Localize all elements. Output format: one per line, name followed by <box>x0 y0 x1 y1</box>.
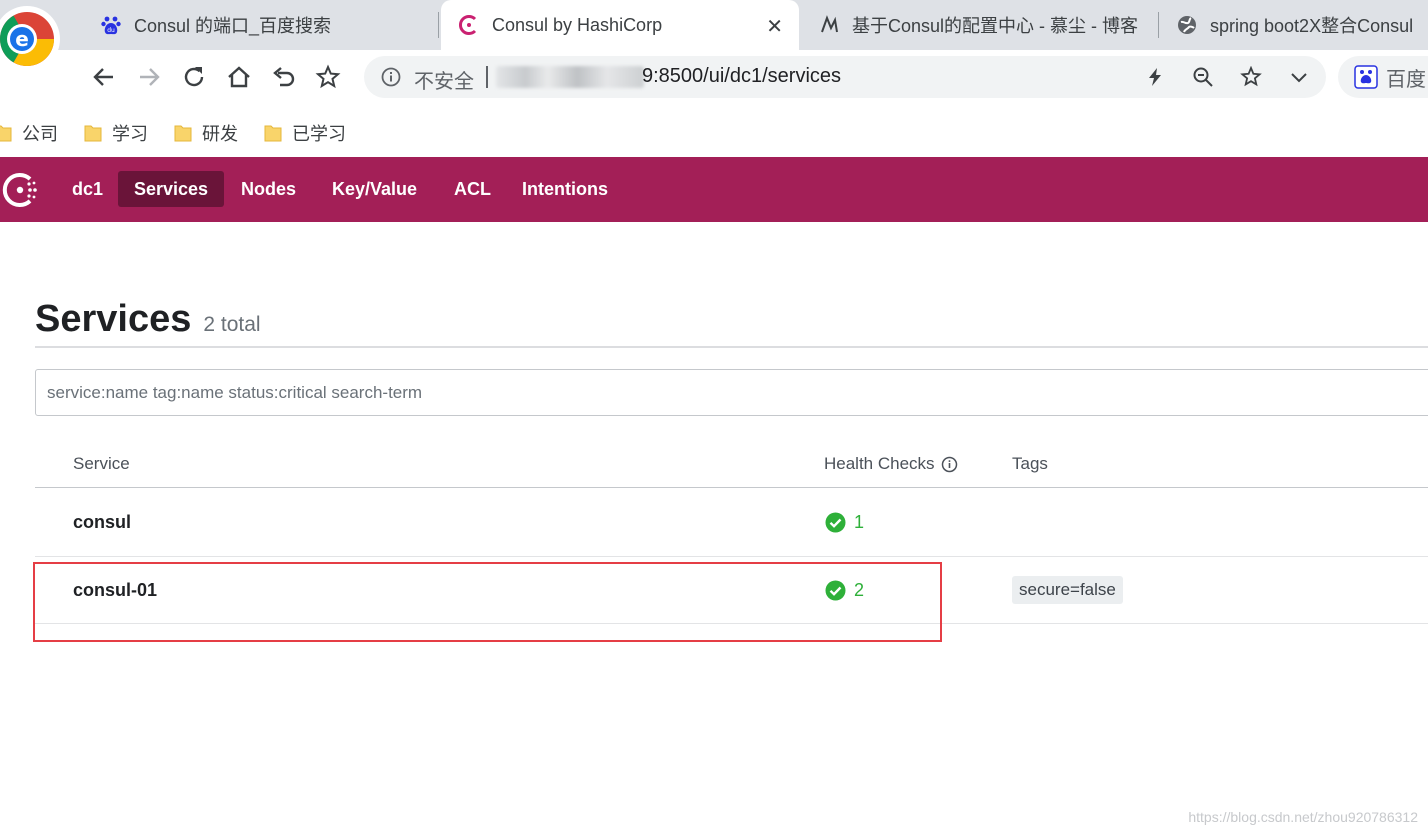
forward-button[interactable] <box>132 60 166 94</box>
bookmarks-bar: 公司 学习 研发 已学习 <box>0 106 1428 157</box>
info-icon[interactable] <box>941 456 958 473</box>
row-divider <box>35 623 1428 624</box>
folder-icon <box>264 125 282 142</box>
health-checks-passing[interactable]: 1 <box>825 512 864 533</box>
bookmark-label: 公司 <box>22 124 58 144</box>
bookmark-label: 已学习 <box>292 124 346 144</box>
bookmark-folder-company[interactable]: 公司 <box>0 120 58 146</box>
address-bar[interactable]: 不安全 9:8500/ui/dc1/services <box>364 56 1326 98</box>
service-name-link[interactable]: consul-01 <box>73 580 157 601</box>
watermark: https://blog.csdn.net/zhou920786312 <box>1188 809 1418 825</box>
security-label: 不安全 <box>414 71 474 93</box>
header-divider <box>35 346 1428 348</box>
tab-separator <box>1158 12 1159 38</box>
baidu-icon <box>1354 65 1378 89</box>
info-icon[interactable] <box>380 66 402 88</box>
health-checks-passing[interactable]: 2 <box>825 580 864 601</box>
column-header-health: Health Checks <box>824 454 958 474</box>
star-icon[interactable] <box>1240 66 1262 88</box>
reload-button[interactable] <box>177 60 211 94</box>
tab-strip: e du Consul 的端口_百度搜索 Consul by HashiCorp… <box>0 0 1428 72</box>
service-name-link[interactable]: consul <box>73 512 131 533</box>
nav-intentions[interactable]: Intentions <box>506 171 624 207</box>
lightning-icon[interactable] <box>1144 66 1166 88</box>
baidu-paw-icon: du <box>100 14 122 36</box>
bookmark-folder-learned[interactable]: 已学习 <box>264 120 346 146</box>
total-count: 2 total <box>203 313 261 336</box>
bookmark-label: 研发 <box>202 124 238 144</box>
nav-nodes[interactable]: Nodes <box>225 171 312 207</box>
folder-icon <box>174 125 192 142</box>
tab-title: spring boot2X整合Consul <box>1210 16 1414 36</box>
blurred-host <box>496 66 644 88</box>
home-button[interactable] <box>222 60 256 94</box>
browser-toolbar: 不安全 9:8500/ui/dc1/services 百度 <box>0 50 1428 106</box>
nav-services[interactable]: Services <box>118 171 225 207</box>
nav-key-value[interactable]: Key/Value <box>316 171 433 207</box>
search-engine-label: 百度 <box>1386 68 1426 91</box>
tab-blog[interactable]: 基于Consul的配置中心 - 慕尘 - 博客 <box>818 0 1153 50</box>
svg-text:e: e <box>15 27 29 51</box>
address-divider <box>486 66 488 88</box>
globe-icon <box>1176 14 1198 36</box>
home-icon <box>228 66 250 88</box>
chevron-down-icon[interactable] <box>1288 66 1310 88</box>
arrow-right-icon <box>140 68 160 86</box>
annotation-highlight-box <box>33 562 942 642</box>
bookmark-star-button[interactable] <box>311 60 345 94</box>
page-header: Services 2 total <box>35 298 261 341</box>
back-button[interactable] <box>87 60 121 94</box>
consul-icon <box>458 14 480 36</box>
star-outline-icon <box>315 64 341 89</box>
undo-icon <box>273 67 295 87</box>
search-input[interactable] <box>35 369 1428 416</box>
tab-separator <box>438 12 439 38</box>
tab-spring-boot[interactable]: spring boot2X整合Consul <box>1176 0 1428 50</box>
consul-logo-icon[interactable] <box>0 171 42 214</box>
health-count: 2 <box>854 580 865 600</box>
zoom-out-icon[interactable] <box>1192 66 1214 88</box>
page-title: Services <box>35 298 192 340</box>
undo-button[interactable] <box>267 60 301 94</box>
tab-baidu-search[interactable]: du Consul 的端口_百度搜索 <box>100 0 435 50</box>
reload-icon <box>184 67 204 87</box>
consul-nav-bar: dc1 Services Nodes Key/Value ACL Intenti… <box>0 157 1428 222</box>
search-engine-chip[interactable]: 百度 <box>1338 56 1428 98</box>
close-icon[interactable]: ✕ <box>766 14 783 39</box>
bookmark-label: 学习 <box>112 124 148 144</box>
browser-logo-icon: e <box>0 6 60 72</box>
svg-text:du: du <box>107 27 115 34</box>
bookmark-folder-study[interactable]: 学习 <box>84 120 148 146</box>
column-header-health-label: Health Checks <box>824 454 935 473</box>
bookmark-folder-rnd[interactable]: 研发 <box>174 120 238 146</box>
nav-acl[interactable]: ACL <box>438 171 507 207</box>
tab-title: Consul 的端口_百度搜索 <box>134 16 332 36</box>
arrow-left-icon <box>93 68 113 86</box>
column-header-tags: Tags <box>1012 454 1048 473</box>
check-circle-icon <box>825 512 846 533</box>
tab-consul-active[interactable]: Consul by HashiCorp ✕ <box>441 0 799 50</box>
folder-icon <box>0 125 12 142</box>
row-divider <box>35 556 1428 557</box>
datacenter-selector[interactable]: dc1 <box>56 171 119 207</box>
table-header-divider <box>35 487 1428 488</box>
tab-title: Consul by HashiCorp <box>492 14 663 35</box>
blog-icon <box>818 14 840 36</box>
address-url[interactable]: 9:8500/ui/dc1/services <box>642 65 841 88</box>
tab-title: 基于Consul的配置中心 - 慕尘 - 博客 <box>852 16 1139 36</box>
column-header-service: Service <box>73 454 130 473</box>
check-circle-icon <box>825 580 846 601</box>
service-tag: secure=false <box>1012 576 1123 604</box>
folder-icon <box>84 125 102 142</box>
health-count: 1 <box>854 512 865 532</box>
